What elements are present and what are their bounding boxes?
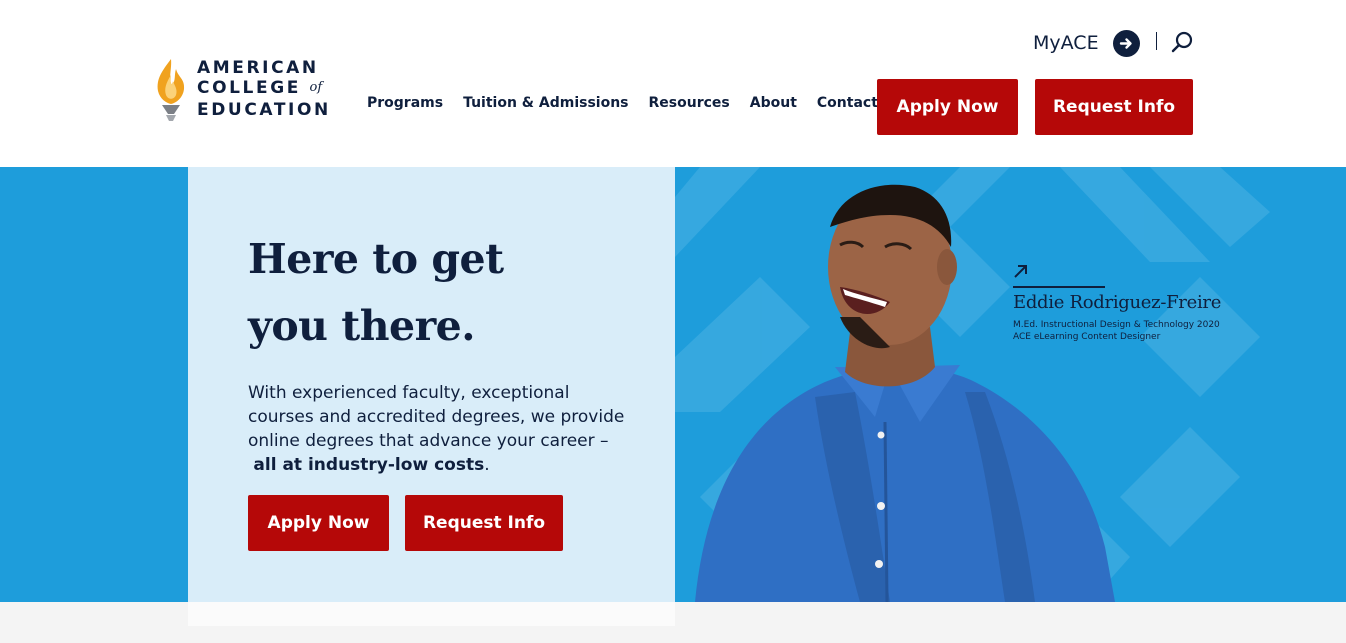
testimonial-details: M.Ed. Instructional Design & Technology … <box>1013 319 1220 343</box>
main-nav: Programs Tuition & Admissions Resources … <box>367 95 878 111</box>
headline-line-1: Here to get <box>248 235 504 283</box>
caption-rule <box>1013 286 1105 288</box>
logo-word-of: of <box>309 80 323 95</box>
logo-line-american: AMERICAN <box>197 58 319 78</box>
hero-apply-now-button[interactable]: Apply Now <box>248 495 389 551</box>
logo-line-college: COLLEGE of <box>197 78 331 100</box>
utility-divider <box>1156 32 1157 50</box>
testimonial-role: ACE eLearning Content Designer <box>1013 332 1161 342</box>
hero-body-end: . <box>484 455 490 475</box>
student-portrait <box>695 184 1115 602</box>
nav-item-programs[interactable]: Programs <box>367 95 443 111</box>
torch-flame-icon <box>157 59 185 121</box>
hero-headline: Here to get you there. <box>248 226 648 360</box>
myace-link[interactable]: MyACE <box>1033 29 1140 57</box>
nav-item-tuition-admissions[interactable]: Tuition & Admissions <box>463 95 628 111</box>
header-apply-now-button[interactable]: Apply Now <box>877 79 1018 135</box>
hero-card-footer <box>188 602 675 626</box>
hero-body-text: With experienced faculty, exceptional co… <box>248 383 625 451</box>
nav-item-contact[interactable]: Contact <box>817 95 878 111</box>
testimonial-name: Eddie Rodriguez-Freire <box>1013 292 1222 313</box>
logo-word-college: COLLEGE <box>197 78 301 98</box>
site-header: AMERICAN COLLEGE of EDUCATION Programs T… <box>0 0 1346 167</box>
nav-item-about[interactable]: About <box>750 95 797 111</box>
logo[interactable]: AMERICAN COLLEGE of EDUCATION <box>154 57 334 123</box>
myace-label: MyACE <box>1033 32 1099 54</box>
hero-request-info-button[interactable]: Request Info <box>405 495 563 551</box>
testimonial-degree: M.Ed. Instructional Design & Technology … <box>1013 320 1220 330</box>
arrow-up-right-icon <box>1014 265 1027 278</box>
hero-body-copy: With experienced faculty, exceptional co… <box>248 381 628 477</box>
nav-item-resources[interactable]: Resources <box>649 95 730 111</box>
logo-wordmark: AMERICAN COLLEGE of EDUCATION <box>197 58 331 120</box>
hero-body-bold: all at industry-low costs <box>253 455 485 475</box>
headline-line-2: you there. <box>248 302 476 350</box>
arrow-right-circle-icon <box>1112 29 1140 57</box>
header-request-info-button[interactable]: Request Info <box>1035 79 1193 135</box>
testimonial-photo <box>675 167 1346 602</box>
search-icon[interactable] <box>1170 30 1194 54</box>
logo-line-education: EDUCATION <box>197 100 331 120</box>
